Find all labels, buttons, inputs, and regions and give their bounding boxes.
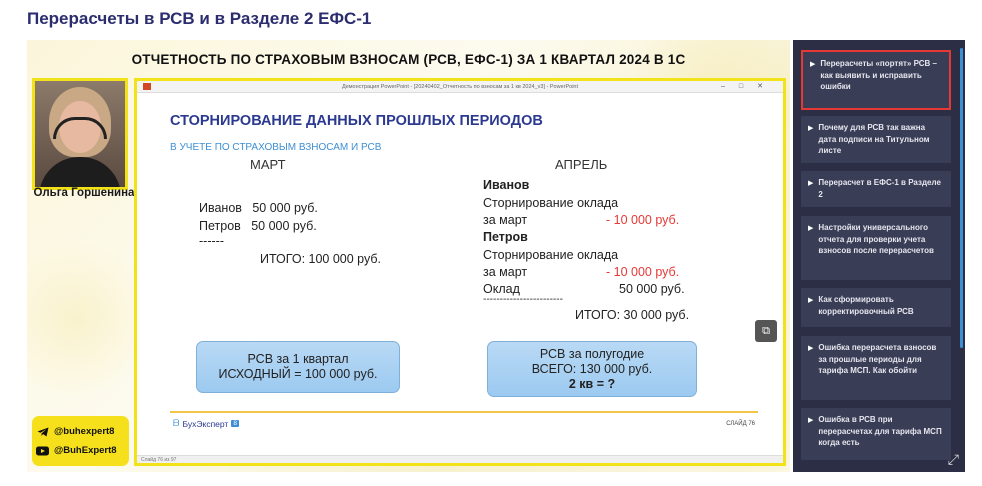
page-root: Перерасчеты в РСВ и в Разделе 2 ЕФС-1 ОТ…: [0, 0, 982, 486]
playlist-panel: ▶ Перерасчеты «портят» РСВ – как выявить…: [793, 40, 965, 472]
playlist-item-title: Настройки универсального отчета для пров…: [818, 223, 934, 255]
rsv-q1-box: РСВ за 1 квартал ИСХОДНЫЙ = 100 000 руб.: [196, 341, 400, 393]
playlist-item[interactable]: ▶ Почему для РСВ так важна дата подписи …: [801, 116, 951, 163]
april-amount-negative: - 10 000 руб.: [606, 213, 680, 227]
play-icon: ▶: [808, 125, 814, 132]
play-icon: ▶: [808, 417, 814, 424]
march-header: МАРТ: [250, 157, 286, 172]
logo-icon: ᗷ: [173, 418, 180, 428]
april-for-march: за март: [483, 265, 528, 279]
box-line: 2 кв = ?: [568, 376, 616, 391]
window-title: Демонстрация PowerPoint - [20240402_Отче…: [341, 83, 579, 90]
playlist-item-title: Перерасчеты «портят» РСВ – как выявить и…: [820, 59, 937, 91]
social-links: @buhexpert8 @BuhExpert8: [32, 416, 129, 466]
play-icon: ▶: [810, 61, 816, 68]
slide-title: СТОРНИРОВАНИЕ ДАННЫХ ПРОШЛЫХ ПЕРИОДОВ: [170, 113, 543, 129]
presenter-name: Ольга Горшенина: [33, 187, 135, 199]
status-bar: Слайд 76 из 97: [137, 455, 783, 463]
april-storno: Сторнирование оклада: [483, 196, 619, 210]
telegram-icon: [36, 426, 49, 437]
april-for-march: за март: [483, 213, 528, 227]
shared-screen: Демонстрация PowerPoint - [20240402_Отче…: [134, 78, 786, 466]
box-line: РСВ за полугодие: [539, 346, 645, 361]
rsv-half-year-box: РСВ за полугодие ВСЕГО: 130 000 руб. 2 к…: [487, 341, 697, 397]
play-icon: ▶: [808, 297, 814, 304]
march-divider: ------: [199, 234, 224, 248]
march-total: ИТОГО: 100 000 руб.: [260, 252, 382, 266]
playlist-item-title: Почему для РСВ так важна дата подписи на…: [818, 123, 930, 155]
april-total: ИТОГО: 30 000 руб.: [575, 308, 690, 322]
playlist-item[interactable]: ▶ Ошибка перерасчета взносов за прошлые …: [801, 336, 951, 400]
picture-in-picture-button[interactable]: ⧉: [755, 320, 777, 342]
presentation-slide: СТОРНИРОВАНИЕ ДАННЫХ ПРОШЛЫХ ПЕРИОДОВ В …: [137, 93, 783, 455]
playlist-item[interactable]: ▶ Перерасчет в ЕФС-1 в Разделе 2: [801, 171, 951, 207]
playlist-item-title: Ошибка в РСВ при перерасчетах для тарифа…: [818, 415, 942, 447]
april-divider: ------------------------: [483, 294, 563, 305]
april-header: АПРЕЛЬ: [555, 157, 608, 172]
pip-icon: ⧉: [762, 324, 770, 337]
play-icon: ▶: [808, 180, 814, 187]
brand-logo: ᗷ БухЭксперт 8: [173, 418, 239, 429]
slide-counter: Слайд 76 из 97: [141, 457, 177, 463]
slide-number: СЛАЙД 76: [726, 421, 755, 427]
playlist-item-title: Ошибка перерасчета взносов за прошлые пе…: [818, 343, 937, 375]
box-line: РСВ за 1 квартал: [247, 352, 349, 366]
page-title: Перерасчеты в РСВ и в Разделе 2 ЕФС-1: [27, 9, 372, 28]
slide-footer-line: [170, 411, 758, 413]
april-amount-negative: - 10 000 руб.: [606, 265, 680, 279]
youtube-icon: [36, 445, 49, 456]
social-telegram[interactable]: @buhexpert8: [36, 422, 125, 441]
april-petrov: Петров: [483, 230, 528, 244]
powerpoint-icon: [143, 83, 151, 90]
april-storno: Сторнирование оклада: [483, 248, 619, 262]
social-handle: @BuhExpert8: [54, 445, 117, 456]
playlist-item[interactable]: ▶ Как сформировать корректировочный РСВ: [801, 288, 951, 327]
video-player[interactable]: ОТЧЕТНОСТЬ ПО СТРАХОВЫМ ВЗНОСАМ (РСВ, ЕФ…: [27, 40, 790, 472]
play-icon: ▶: [808, 225, 814, 232]
april-ivanov: Иванов: [483, 178, 530, 192]
playlist-item[interactable]: ▶ Ошибка в РСВ при перерасчетах для тари…: [801, 408, 951, 460]
box-line: ВСЕГО: 130 000 руб.: [531, 361, 653, 376]
play-icon: ▶: [808, 345, 814, 352]
brand-badge: 8: [231, 420, 239, 427]
video-heading: ОТЧЕТНОСТЬ ПО СТРАХОВЫМ ВЗНОСАМ (РСВ, ЕФ…: [131, 52, 686, 67]
fullscreen-icon[interactable]: ⤢: [948, 451, 959, 468]
playlist-item-title: Перерасчет в ЕФС-1 в Разделе 2: [818, 178, 941, 199]
slide-subtitle: В УЧЕТЕ ПО СТРАХОВЫМ ВЗНОСАМ И РСВ: [170, 142, 382, 153]
presenter-webcam: [32, 78, 128, 190]
brand-name: БухЭксперт: [182, 418, 229, 429]
window-titlebar: Демонстрация PowerPoint - [20240402_Отче…: [137, 81, 783, 93]
playlist-item-title: Как сформировать корректировочный РСВ: [818, 295, 914, 316]
social-youtube[interactable]: @BuhExpert8: [36, 441, 125, 460]
window-controls[interactable]: –□✕: [721, 82, 777, 90]
march-row: Иванов 50 000 руб.: [199, 201, 318, 215]
social-handle: @buhexpert8: [54, 426, 115, 437]
box-line: ИСХОДНЫЙ = 100 000 руб.: [218, 367, 378, 381]
playlist-item[interactable]: ▶ Перерасчеты «портят» РСВ – как выявить…: [801, 50, 951, 110]
april-salary-amount: 50 000 руб.: [619, 282, 685, 296]
playlist-scrollbar[interactable]: [960, 48, 963, 348]
playlist-item[interactable]: ▶ Настройки универсального отчета для пр…: [801, 216, 951, 280]
march-row: Петров 50 000 руб.: [199, 219, 317, 233]
